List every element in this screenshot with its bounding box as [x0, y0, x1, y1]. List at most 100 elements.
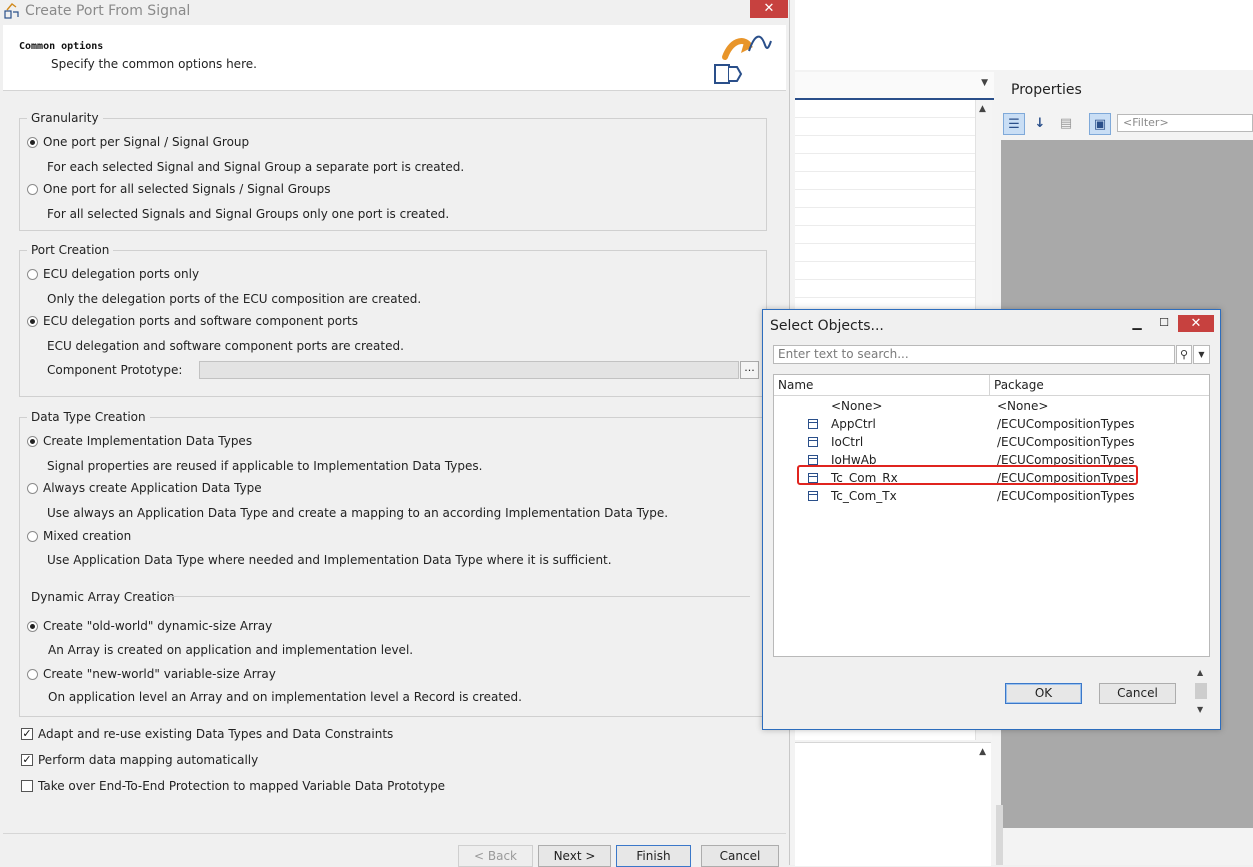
checkbox-label[interactable]: Perform data mapping automatically: [38, 753, 258, 767]
search-icon[interactable]: ⚲: [1176, 345, 1192, 364]
categorized-view-icon[interactable]: ☰: [1003, 113, 1025, 135]
properties-title: Properties: [1011, 82, 1082, 98]
properties-filter-input[interactable]: <Filter>: [1117, 114, 1253, 132]
option-description: For each selected Signal and Signal Grou…: [47, 160, 465, 174]
radio-label[interactable]: Create "new-world" variable-size Array: [43, 667, 276, 681]
wizard-titlebar: Create Port From Signal ✕: [0, 0, 789, 22]
chevron-down-icon[interactable]: ▼: [981, 78, 988, 88]
dialog-close-button[interactable]: ✕: [1178, 315, 1214, 332]
option-description: Only the delegation ports of the ECU com…: [47, 292, 422, 306]
page-title: Common options: [19, 41, 104, 52]
close-button[interactable]: ✕: [750, 0, 788, 18]
annotation-highlight-box: [797, 465, 1138, 485]
background-lower-panel: ▲: [795, 742, 991, 866]
component-prototype-field[interactable]: [199, 361, 739, 379]
finish-button[interactable]: Finish: [616, 845, 691, 867]
wizard-app-icon: [4, 3, 19, 19]
checkbox-label[interactable]: Take over End-To-End Protection to mappe…: [38, 779, 445, 793]
background-scrollbar[interactable]: [996, 805, 1003, 865]
list-item[interactable]: <None> <None>: [774, 398, 1209, 416]
background-list-header: ▼: [795, 72, 994, 100]
back-button[interactable]: < Back: [458, 845, 533, 867]
row-package: <None>: [997, 399, 1049, 413]
composition-icon: [808, 455, 818, 465]
scroll-down-icon[interactable]: ▼: [1197, 705, 1203, 714]
option-description: ECU delegation and software component po…: [47, 339, 404, 353]
sort-alphabetical-icon[interactable]: ↓: [1029, 113, 1051, 135]
row-name: <None>: [831, 399, 883, 413]
row-name: Tc_Com_Tx: [831, 489, 897, 503]
radio-one-port-per-signal[interactable]: [27, 137, 38, 148]
row-name: AppCtrl: [831, 417, 876, 431]
list-item[interactable]: IoCtrl /ECUCompositionTypes: [774, 434, 1209, 452]
search-input[interactable]: Enter text to search...: [773, 345, 1175, 364]
footer-divider: [3, 833, 786, 834]
radio-label[interactable]: Create "old-world" dynamic-size Array: [43, 619, 272, 633]
section-divider: [164, 596, 750, 597]
granularity-label: Granularity: [27, 111, 103, 125]
row-package: /ECUCompositionTypes: [997, 435, 1135, 449]
radio-label[interactable]: Mixed creation: [43, 529, 131, 543]
maximize-icon[interactable]: ☐: [1156, 315, 1172, 331]
background-top-area: [795, 0, 1253, 70]
checkbox-perform-mapping[interactable]: ✓: [21, 754, 33, 766]
dynamic-array-label: Dynamic Array Creation: [31, 590, 175, 604]
option-description: For all selected Signals and Signal Grou…: [47, 207, 450, 221]
page-subtitle: Specify the common options here.: [51, 57, 257, 71]
row-package: /ECUCompositionTypes: [997, 489, 1135, 503]
radio-label[interactable]: Always create Application Data Type: [43, 481, 262, 495]
select-objects-dialog: Select Objects... ▁ ☐ ✕ Enter text to se…: [762, 309, 1221, 730]
radio-mixed-creation[interactable]: [27, 531, 38, 542]
option-description: An Array is created on application and i…: [48, 643, 414, 657]
cancel-button[interactable]: Cancel: [701, 845, 779, 867]
radio-label[interactable]: One port for all selected Signals / Sign…: [43, 182, 331, 196]
list-item[interactable]: AppCtrl /ECUCompositionTypes: [774, 416, 1209, 434]
radio-new-world-array[interactable]: [27, 669, 38, 680]
checkbox-e2e-protection[interactable]: [21, 780, 33, 792]
radio-label[interactable]: ECU delegation ports only: [43, 267, 199, 281]
radio-label[interactable]: ECU delegation ports and software compon…: [43, 314, 358, 328]
minimize-icon[interactable]: ▁: [1129, 315, 1145, 331]
radio-label[interactable]: Create Implementation Data Types: [43, 434, 252, 448]
ok-button[interactable]: OK: [1005, 683, 1082, 704]
radio-label[interactable]: One port per Signal / Signal Group: [43, 135, 249, 149]
composition-icon: [808, 419, 818, 429]
close-icon[interactable]: ✕: [764, 1, 775, 16]
dialog-scrollbar[interactable]: ▲ ▼: [1193, 665, 1210, 720]
radio-one-port-for-all[interactable]: [27, 184, 38, 195]
composition-icon: [808, 437, 818, 447]
radio-always-application-type[interactable]: [27, 483, 38, 494]
port-creation-label: Port Creation: [27, 243, 114, 257]
scroll-up-icon[interactable]: ▲: [979, 747, 986, 757]
radio-old-world-array[interactable]: [27, 621, 38, 632]
scroll-up-icon[interactable]: ▲: [979, 104, 986, 114]
chevron-down-icon[interactable]: ▼: [1193, 345, 1210, 364]
description-toggle-icon[interactable]: ▣: [1089, 113, 1111, 135]
property-pages-icon[interactable]: ▤: [1055, 113, 1077, 135]
data-type-creation-label: Data Type Creation: [27, 410, 150, 424]
column-header-name[interactable]: Name: [774, 375, 990, 396]
row-package: /ECUCompositionTypes: [997, 417, 1135, 431]
checkbox-adapt-reuse[interactable]: ✓: [21, 728, 33, 740]
option-description: Use always an Application Data Type and …: [47, 506, 669, 520]
option-description: Use Application Data Type where needed a…: [47, 553, 612, 567]
list-item[interactable]: Tc_Com_Tx /ECUCompositionTypes: [774, 488, 1209, 506]
scroll-up-icon[interactable]: ▲: [1197, 668, 1203, 677]
wizard-title: Create Port From Signal: [25, 3, 191, 19]
dialog-cancel-button[interactable]: Cancel: [1099, 683, 1176, 704]
close-icon[interactable]: ✕: [1191, 316, 1202, 331]
browse-button[interactable]: ...: [740, 361, 759, 379]
checkbox-label[interactable]: Adapt and re-use existing Data Types and…: [38, 727, 393, 741]
radio-ecu-delegation-only[interactable]: [27, 269, 38, 280]
next-button[interactable]: Next >: [538, 845, 611, 867]
scroll-thumb[interactable]: [1195, 683, 1207, 699]
dialog-title: Select Objects...: [770, 318, 884, 334]
column-header-package[interactable]: Package: [990, 375, 1209, 396]
radio-ecu-delegation-and-swc[interactable]: [27, 316, 38, 327]
wizard-header: Common options Specify the common option…: [3, 25, 786, 91]
radio-create-implementation-types[interactable]: [27, 436, 38, 447]
component-prototype-label: Component Prototype:: [47, 363, 183, 377]
create-port-wizard: Create Port From Signal ✕ Common options…: [0, 0, 790, 867]
option-description: Signal properties are reused if applicab…: [47, 459, 483, 473]
objects-grid: Name Package <None> <None> AppCtrl /ECUC…: [773, 374, 1210, 657]
